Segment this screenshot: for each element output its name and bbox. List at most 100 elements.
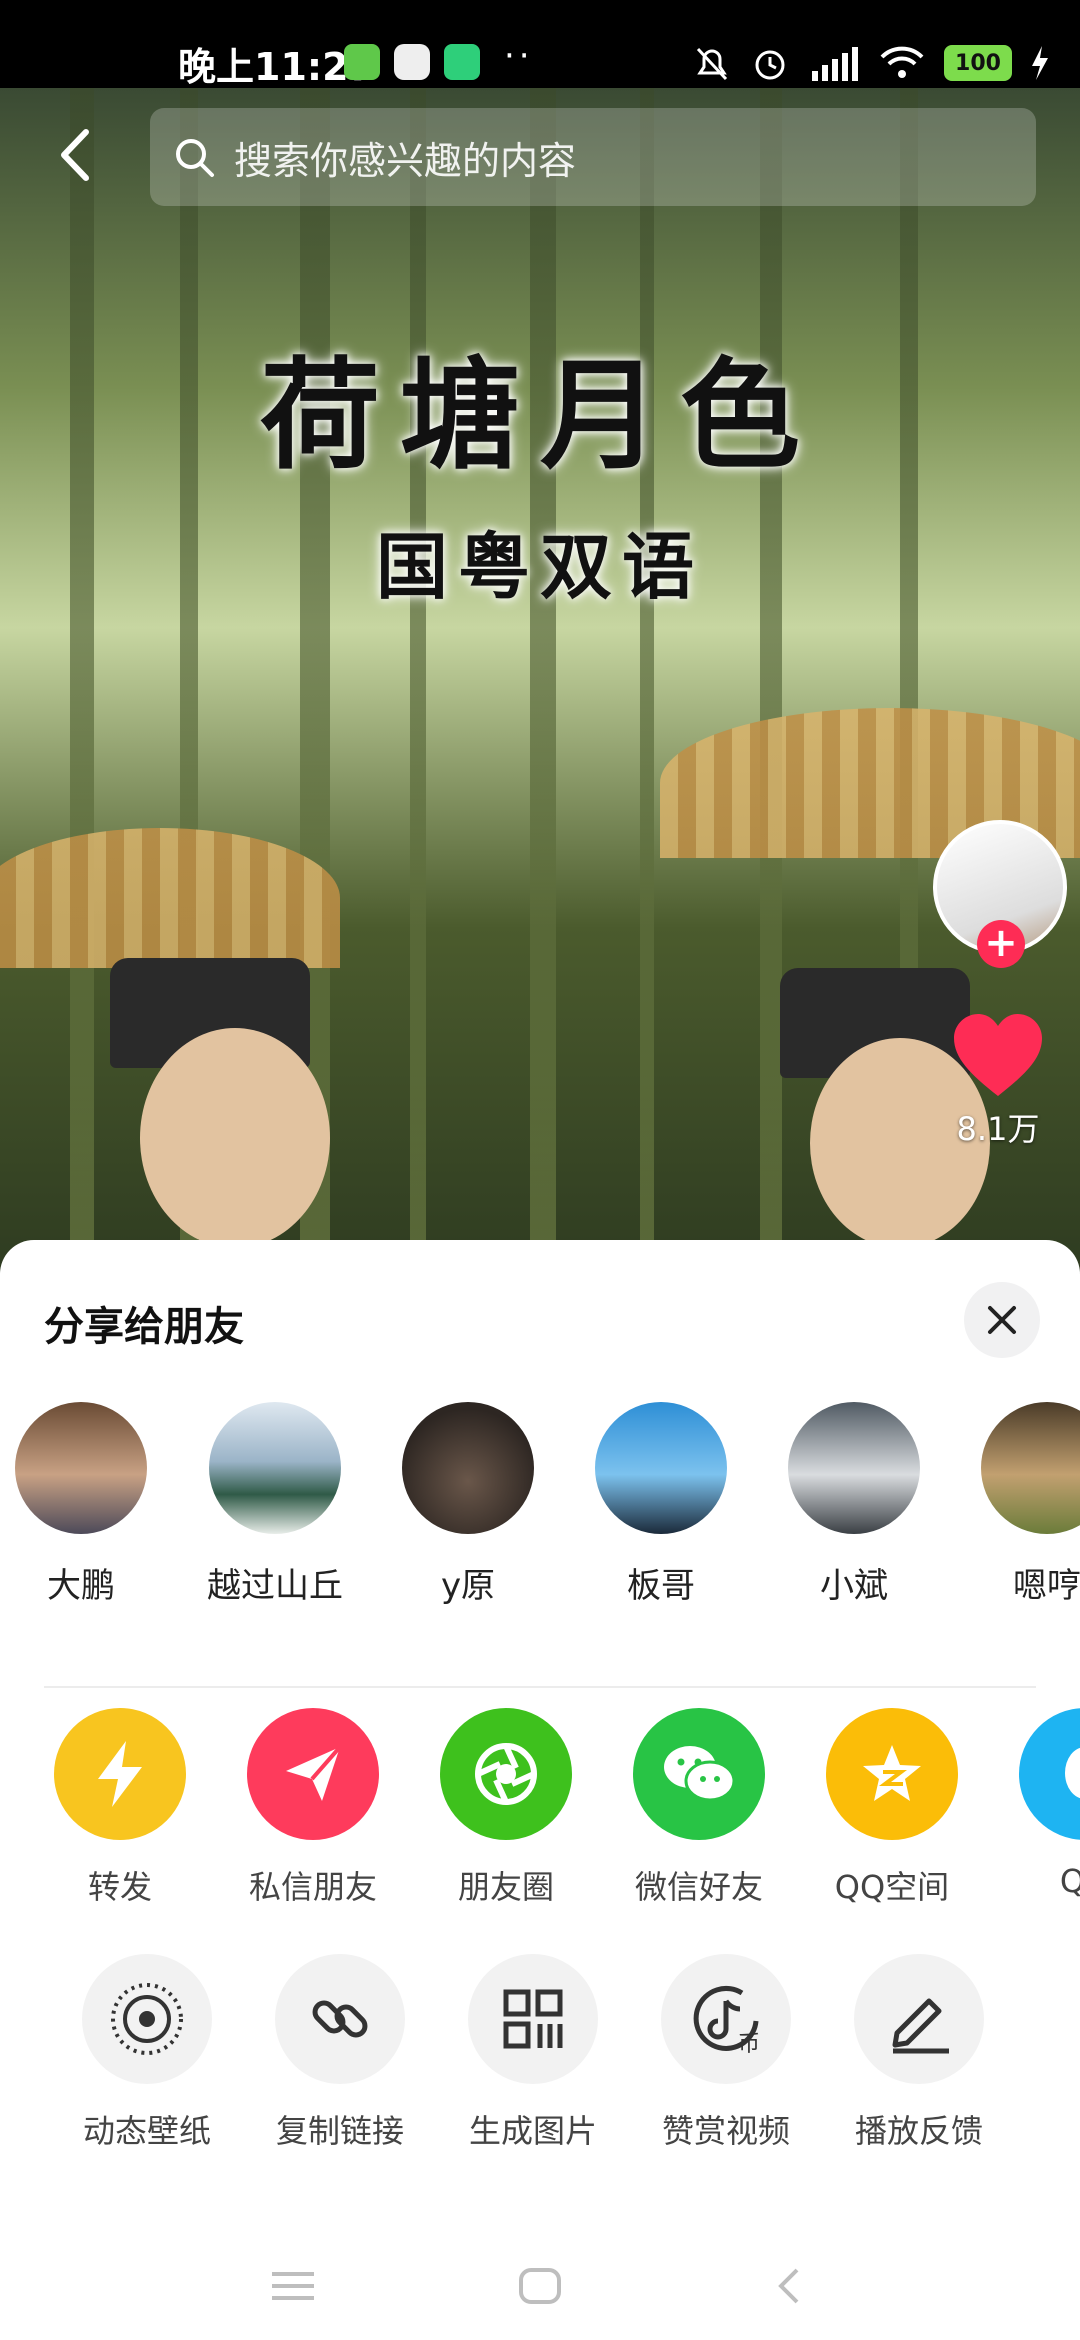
video-subtitle: 国粤双语 bbox=[375, 524, 704, 609]
video-player[interactable]: 荷塘月色 国粤双语 bbox=[0, 88, 1080, 1288]
friend-name: 嗯哼 bbox=[1013, 1566, 1080, 1606]
charging-icon bbox=[1032, 46, 1048, 80]
divider bbox=[44, 1686, 1036, 1688]
share-label: 微信好友 bbox=[634, 1868, 763, 1906]
status-bar: 晚上11:27 ·· 100 bbox=[0, 0, 1080, 89]
friend-name: 越过山丘 bbox=[207, 1566, 343, 1606]
friend-item[interactable]: 大鹏 bbox=[6, 1402, 156, 1607]
share-wechat-friend[interactable]: 微信好友 bbox=[604, 1708, 794, 1908]
notification-app-icon bbox=[344, 44, 380, 80]
tip-coin-icon: 币 bbox=[693, 1985, 760, 2057]
mute-icon bbox=[696, 47, 728, 81]
grid-image-icon bbox=[503, 1989, 563, 2049]
feedback-pen-icon bbox=[892, 1998, 949, 2054]
share-targets-row: 转发 私信朋友 朋友圈 微信好友 QQ空间 Q bbox=[0, 1708, 1080, 1928]
like-count: 8.1万 bbox=[956, 1110, 1040, 1148]
share-sheet-title: 分享给朋友 bbox=[44, 1304, 244, 1350]
paper-plane-icon bbox=[286, 1745, 342, 1801]
friend-item[interactable]: y原 bbox=[393, 1402, 543, 1607]
share-qzone-circle bbox=[826, 1708, 958, 1840]
tool-label: 赞赏视频 bbox=[661, 2112, 790, 2150]
qzone-star-icon bbox=[863, 1745, 921, 1801]
share-private-message-circle bbox=[247, 1708, 379, 1840]
svg-text:币: 币 bbox=[738, 2032, 760, 2057]
search-icon bbox=[176, 139, 214, 177]
tool-label: 播放反馈 bbox=[854, 2112, 983, 2150]
live-wallpaper-icon bbox=[111, 1983, 183, 2055]
video-title: 荷塘月色 bbox=[260, 345, 820, 486]
share-label: 转发 bbox=[87, 1868, 152, 1906]
friend-avatar bbox=[15, 1402, 147, 1534]
back-button[interactable] bbox=[46, 120, 106, 190]
close-icon bbox=[988, 1306, 1016, 1334]
share-qq[interactable]: QQ bbox=[990, 1708, 1080, 1900]
menu-nav-icon[interactable] bbox=[268, 2266, 318, 2306]
share-qzone[interactable]: QQ空间 bbox=[797, 1708, 987, 1908]
top-search-row: 搜索你感兴趣的内容 bbox=[0, 100, 1080, 210]
signal-icon bbox=[812, 47, 858, 81]
qq-penguin-icon bbox=[1065, 1747, 1080, 1799]
tool-label: 动态壁纸 bbox=[82, 2112, 211, 2150]
share-label: 朋友圈 bbox=[457, 1868, 554, 1906]
battery-indicator: 100 bbox=[944, 45, 1012, 81]
tool-label: 生成图片 bbox=[468, 2112, 597, 2150]
shield-icon bbox=[444, 44, 480, 80]
share-label: 私信朋友 bbox=[248, 1868, 377, 1906]
tool-tip-video-circle: 币 bbox=[661, 1954, 791, 2084]
share-wechat-circle bbox=[633, 1708, 765, 1840]
notification-app-icon bbox=[394, 44, 430, 80]
friend-item[interactable]: 越过山丘 bbox=[200, 1402, 350, 1607]
friend-name: 大鹏 bbox=[47, 1566, 115, 1606]
more-notifications-icon: ·· bbox=[504, 36, 534, 76]
friend-item[interactable]: 板哥 bbox=[586, 1402, 736, 1607]
share-label: QQ空间 bbox=[834, 1868, 950, 1906]
tool-label: 复制链接 bbox=[275, 2112, 404, 2150]
share-qq-circle bbox=[1019, 1708, 1080, 1840]
friend-avatar bbox=[209, 1402, 341, 1534]
share-moments-circle bbox=[440, 1708, 572, 1840]
tool-copy-link-circle bbox=[275, 1954, 405, 2084]
friend-item[interactable]: 小斌 bbox=[779, 1402, 929, 1607]
tool-generate-image[interactable]: 生成图片 bbox=[438, 1954, 628, 2152]
tool-live-wallpaper-circle bbox=[82, 1954, 212, 2084]
search-bar[interactable]: 搜索你感兴趣的内容 bbox=[150, 108, 1036, 206]
follow-plus-icon[interactable]: + bbox=[977, 920, 1025, 968]
friend-name: 小斌 bbox=[820, 1566, 888, 1606]
share-moments[interactable]: 朋友圈 bbox=[411, 1708, 601, 1908]
status-indicators: 100 bbox=[692, 38, 1050, 88]
friend-avatar bbox=[402, 1402, 534, 1534]
tool-playback-feedback[interactable]: 播放反馈 bbox=[824, 1954, 1014, 2152]
friend-avatar bbox=[788, 1402, 920, 1534]
friends-row: 大鹏 越过山丘 y原 板哥 小斌 嗯哼 bbox=[0, 1402, 1080, 1612]
alarm-icon bbox=[755, 50, 785, 80]
home-nav-icon[interactable] bbox=[515, 2266, 565, 2306]
tools-row: 动态壁纸 复制链接 生成图片 币 赞赏视频 播放反馈 bbox=[0, 1954, 1080, 2174]
tool-tip-video[interactable]: 币 赞赏视频 bbox=[631, 1954, 821, 2152]
share-private-message[interactable]: 私信朋友 bbox=[218, 1708, 408, 1908]
moments-aperture-icon bbox=[475, 1743, 537, 1805]
back-nav-icon[interactable] bbox=[765, 2266, 815, 2306]
video-side-actions: + 8.1万 bbox=[928, 820, 1068, 1150]
lightning-icon bbox=[98, 1741, 142, 1807]
tool-live-wallpaper[interactable]: 动态壁纸 bbox=[52, 1954, 242, 2152]
link-icon bbox=[312, 2000, 368, 2038]
system-nav-bar bbox=[0, 2230, 1080, 2340]
tool-generate-image-circle bbox=[468, 1954, 598, 2084]
share-label: QQ bbox=[1059, 1862, 1080, 1900]
tool-playback-feedback-circle bbox=[854, 1954, 984, 2084]
friend-avatar bbox=[981, 1402, 1080, 1534]
friend-item[interactable]: 嗯哼 bbox=[972, 1402, 1080, 1607]
share-forward-circle bbox=[54, 1708, 186, 1840]
friend-name: y原 bbox=[440, 1566, 496, 1606]
tool-copy-link[interactable]: 复制链接 bbox=[245, 1954, 435, 2152]
share-sheet: 分享给朋友 大鹏 越过山丘 y原 板哥 小斌 嗯哼 转发 私信朋友 朋友圈 微信… bbox=[0, 1240, 1080, 2340]
search-placeholder: 搜索你感兴趣的内容 bbox=[234, 138, 577, 183]
creator-avatar-wrap[interactable]: + bbox=[933, 820, 1067, 968]
wechat-icon bbox=[664, 1746, 736, 1802]
like-heart-icon[interactable] bbox=[950, 1012, 1046, 1102]
wifi-icon bbox=[880, 46, 924, 78]
close-button[interactable] bbox=[964, 1282, 1040, 1358]
friend-avatar bbox=[595, 1402, 727, 1534]
share-forward[interactable]: 转发 bbox=[25, 1708, 215, 1908]
friend-name: 板哥 bbox=[627, 1566, 695, 1606]
